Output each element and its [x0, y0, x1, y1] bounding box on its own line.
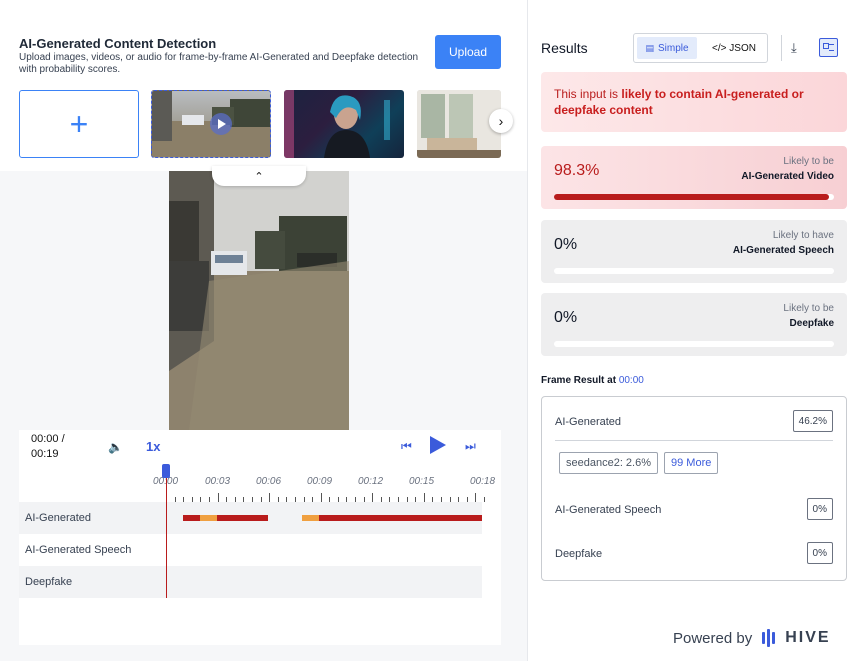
results-panel: Results ▤ Simple </> JSON ⤓ This input i…: [527, 0, 858, 661]
frame-ai-value: 46.2%: [792, 410, 833, 432]
detection-segment[interactable]: [183, 515, 200, 521]
ruler-tick: [372, 493, 374, 502]
frame-speech-value: 0%: [806, 498, 833, 520]
ruler-tick: [475, 493, 477, 502]
download-icon[interactable]: ⤓: [791, 40, 797, 56]
tick-label: 00:15: [409, 476, 435, 487]
progress-track: [554, 341, 834, 347]
video-preview[interactable]: [169, 171, 349, 430]
results-title: Results: [541, 40, 588, 56]
video-frame-image: [169, 171, 349, 430]
card-category: AI-Generated Speech: [732, 245, 834, 256]
more-models-button[interactable]: 99 More: [664, 452, 719, 474]
frame-prefix: Frame Result at: [541, 375, 619, 386]
page-title: AI-Generated Content Detection: [19, 36, 217, 51]
detection-segment[interactable]: [200, 515, 217, 521]
layout-icon[interactable]: [819, 38, 838, 57]
json-view-button[interactable]: </> JSON: [704, 37, 764, 59]
track-row-ai-generated: AI-Generated: [19, 502, 482, 534]
timeline-panel: 00:00 / 00:19 🔈 1x ⏮ ⏭ 00:00 00:03 00:06…: [19, 430, 501, 645]
view-toggle: ▤ Simple </> JSON: [633, 33, 768, 63]
progress-track: [554, 268, 834, 274]
sample-thumbnail-video[interactable]: [151, 90, 271, 158]
skip-forward-icon[interactable]: ⏭: [465, 439, 476, 454]
brand-name: HIVE: [785, 629, 831, 646]
track-row-ai-speech: AI-Generated Speech: [19, 534, 482, 566]
hive-logo-icon: [762, 629, 776, 647]
tick-label: 00:12: [358, 476, 384, 487]
card-category: AI-Generated Video: [741, 171, 834, 182]
chevron-up-icon: ⌃: [254, 170, 264, 183]
powered-by-label: Powered by: [673, 629, 753, 647]
detection-segment[interactable]: [217, 515, 268, 521]
chevron-right-icon[interactable]: ›: [489, 109, 513, 133]
tick-label: 00:06: [256, 476, 282, 487]
ruler-tick: [320, 493, 322, 502]
ruler-tick: [269, 493, 271, 502]
ruler-tick: [484, 497, 485, 502]
frame-deepfake-label: Deepfake: [555, 548, 603, 560]
frame-deepfake-value: 0%: [806, 542, 833, 564]
verdict-prefix: This input is: [554, 87, 622, 101]
frame-speech-label: AI-Generated Speech: [555, 504, 662, 516]
playback-speed-button[interactable]: 1x: [146, 439, 160, 454]
portrait-image: [284, 90, 390, 158]
page-subtitle: Upload images, videos, or audio for fram…: [19, 52, 419, 75]
divider: [555, 440, 833, 441]
play-icon: [210, 113, 232, 135]
track-row-deepfake: Deepfake: [19, 566, 482, 598]
tick-label: 00:03: [205, 476, 231, 487]
frame-result-title: Frame Result at 00:00: [541, 375, 644, 386]
verdict-banner: This input is likely to contain AI-gener…: [541, 72, 847, 132]
collapse-preview-button[interactable]: ⌃: [212, 166, 306, 186]
card-category: Deepfake: [789, 318, 834, 329]
left-panel: AI-Generated Content Detection Upload im…: [0, 0, 527, 661]
detection-segment[interactable]: [302, 515, 319, 521]
ruler-tick: [423, 493, 425, 502]
tick-label: 00:09: [307, 476, 333, 487]
volume-icon[interactable]: 🔈: [108, 440, 123, 454]
upload-header: AI-Generated Content Detection Upload im…: [0, 0, 527, 171]
divider: [781, 35, 782, 61]
track-label: AI-Generated Speech: [25, 544, 132, 556]
add-media-button[interactable]: +: [19, 90, 139, 158]
playhead-line: [166, 476, 167, 598]
card-caption: Likely to have: [772, 230, 834, 241]
model-chip: seedance2: 2.6%: [559, 452, 659, 474]
frame-result-box: AI-Generated 46.2% seedance2: 2.6% 99 Mo…: [541, 396, 847, 581]
progress-track: [554, 194, 834, 200]
skip-back-icon[interactable]: ⏮: [401, 439, 412, 454]
card-percentage: 0%: [554, 236, 578, 253]
simple-view-button[interactable]: ▤ Simple: [637, 37, 697, 59]
frame-ai-label: AI-Generated: [555, 416, 622, 428]
time-readout: 00:00 / 00:19: [31, 433, 65, 460]
tick-label: 00:18: [470, 476, 496, 487]
play-icon[interactable]: [430, 436, 446, 454]
track-label: AI-Generated: [25, 512, 92, 524]
card-caption: Likely to be: [783, 303, 834, 314]
card-percentage: 0%: [554, 309, 578, 326]
card-caption: Likely to be: [783, 156, 834, 167]
list-icon: ▤: [645, 42, 654, 53]
detection-segment[interactable]: [319, 515, 482, 521]
upload-button[interactable]: Upload: [435, 35, 501, 69]
result-card-ai-video: 98.3% Likely to be AI-Generated Video: [541, 146, 847, 209]
simple-label: Simple: [657, 42, 689, 54]
ruler-tick: [217, 493, 219, 502]
powered-by: Powered by HIVE: [673, 629, 831, 647]
playhead-handle[interactable]: [162, 464, 170, 478]
frame-time: 00:00: [618, 375, 644, 386]
timeline-ruler[interactable]: [166, 492, 485, 502]
plus-icon: +: [69, 105, 89, 142]
card-percentage: 98.3%: [554, 162, 600, 179]
progress-fill: [554, 194, 830, 200]
result-card-deepfake: 0% Likely to be Deepfake: [541, 293, 847, 356]
result-card-ai-speech: 0% Likely to have AI-Generated Speech: [541, 220, 847, 283]
sample-thumbnail-portrait[interactable]: [284, 90, 404, 158]
track-label: Deepfake: [25, 576, 73, 588]
